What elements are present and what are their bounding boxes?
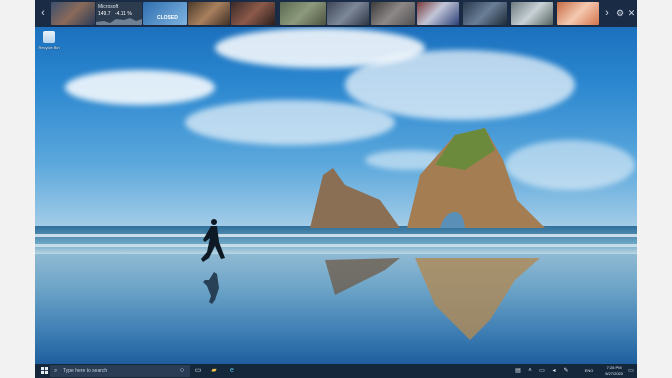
wallpaper-rocks	[310, 128, 545, 340]
news-tray-button[interactable]: ▤	[513, 364, 523, 378]
language-indicator[interactable]: ENG	[581, 364, 597, 378]
start-button[interactable]	[39, 364, 49, 378]
news-thumbnail[interactable]	[231, 2, 275, 25]
taskbar-clock[interactable]: 7:26 PM 5/27/2020	[605, 365, 623, 377]
volume-icon: ◂	[552, 368, 556, 374]
desktop-screen: ‹ Microsoft 149.7 -4.11 % CLOSED › ⚙ ✕ R…	[35, 0, 637, 378]
show-hidden-icons-button[interactable]: ˄	[525, 364, 535, 378]
clock-date: 5/27/2020	[605, 371, 623, 376]
cortana-icon: ○	[179, 367, 185, 374]
taskbar: ⌕ Type here to search ○ ▭ ▰ e ▤ ˄ ▭ ◂ ✎	[35, 364, 637, 378]
news-thumbnail[interactable]	[327, 2, 369, 25]
news-bar: ‹ Microsoft 149.7 -4.11 % CLOSED › ⚙ ✕	[35, 0, 637, 27]
notification-icon: ▭	[628, 368, 634, 374]
search-icon: ⌕	[54, 368, 58, 374]
news-thumbnail[interactable]	[371, 2, 415, 25]
recycle-bin-icon	[43, 31, 55, 43]
task-view-button[interactable]: ▭	[193, 364, 203, 378]
settings-button[interactable]: ⚙	[614, 0, 626, 27]
news-thumbnail[interactable]	[463, 2, 507, 25]
pen-button[interactable]: ✎	[561, 364, 571, 378]
folder-icon: ▰	[211, 367, 217, 374]
wallpaper-cloud	[345, 50, 575, 120]
network-icon: ▭	[539, 368, 545, 374]
news-thumbnail[interactable]	[188, 2, 230, 25]
cortana-button[interactable]: ○	[177, 364, 187, 378]
pen-icon: ✎	[563, 368, 569, 374]
wallpaper-runner	[201, 219, 225, 304]
news-prev-button[interactable]: ‹	[35, 0, 51, 27]
recycle-bin[interactable]: Recycle Bin	[38, 31, 60, 50]
close-icon: ✕	[627, 8, 636, 18]
task-view-icon: ▭	[194, 367, 202, 374]
file-explorer-button[interactable]: ▰	[209, 364, 219, 378]
news-next-button[interactable]: ›	[599, 0, 615, 27]
news-thumbnail[interactable]	[51, 2, 95, 25]
news-thumbnail[interactable]	[280, 2, 326, 25]
windows-start-icon	[40, 366, 48, 374]
news-thumbnail[interactable]	[417, 2, 459, 25]
taskbar-search-box[interactable]: ⌕ Type here to search	[50, 365, 190, 377]
edge-icon: e	[230, 367, 234, 374]
gear-icon: ⚙	[615, 8, 625, 18]
chevron-left-icon: ‹	[41, 7, 45, 19]
close-button[interactable]: ✕	[626, 0, 637, 27]
stock-ticker[interactable]: Microsoft 149.7 -4.11 %	[96, 2, 142, 25]
network-button[interactable]: ▭	[537, 364, 547, 378]
news-icon: ▤	[515, 368, 521, 374]
chevron-up-icon: ˄	[528, 368, 532, 374]
volume-button[interactable]: ◂	[549, 364, 559, 378]
news-thumbnail[interactable]: CLOSED	[143, 2, 187, 25]
search-placeholder: Type here to search	[63, 368, 108, 374]
recycle-bin-label: Recycle Bin	[38, 45, 60, 50]
edge-browser-button[interactable]: e	[227, 364, 237, 378]
news-thumbnail[interactable]	[557, 2, 599, 25]
closed-label: CLOSED	[157, 15, 178, 21]
stock-name: Microsoft	[98, 4, 119, 10]
action-center-button[interactable]: ▭	[626, 364, 636, 378]
chevron-right-icon: ›	[605, 7, 609, 19]
stock-sparkline	[96, 18, 142, 25]
wallpaper-cloud	[65, 70, 215, 105]
news-thumbnail[interactable]	[511, 2, 553, 25]
